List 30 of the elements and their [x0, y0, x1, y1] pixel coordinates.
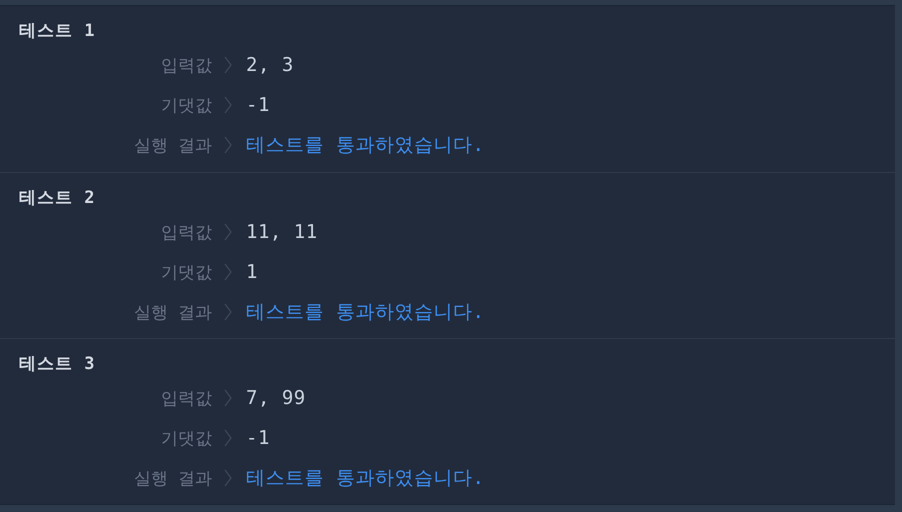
row-label: 기댓값 — [160, 262, 212, 284]
test-title: 테스트 2 — [18, 186, 96, 210]
row-value: 7, 99 — [246, 387, 306, 409]
result-message: 테스트를 통과하였습니다. — [246, 466, 484, 491]
row-value: 2, 3 — [246, 54, 294, 76]
test-title: 테스트 1 — [18, 20, 96, 42]
row-label: 기댓값 — [160, 428, 212, 450]
chevron-icon — [224, 223, 232, 241]
result-message: 테스트를 통과하였습니다. — [246, 133, 484, 158]
test-title: 테스트 3 — [18, 352, 96, 376]
chevron-icon — [224, 429, 232, 447]
chevron-icon — [224, 469, 232, 487]
row-value: -1 — [246, 427, 270, 449]
row-label: 실행 결과 — [132, 302, 212, 324]
row-label: 입력값 — [160, 222, 212, 244]
row-value: -1 — [246, 94, 270, 116]
chevron-icon — [224, 56, 232, 74]
chevron-icon — [224, 389, 232, 407]
row-value: 11, 11 — [246, 221, 318, 243]
row-label: 입력값 — [160, 388, 212, 410]
chevron-icon — [224, 96, 232, 114]
row-label: 실행 결과 — [132, 468, 212, 490]
chevron-icon — [224, 303, 232, 321]
row-label: 실행 결과 — [132, 134, 212, 156]
row-label: 기댓값 — [160, 94, 212, 116]
result-message: 테스트를 통과하였습니다. — [246, 300, 484, 325]
chevron-icon — [224, 263, 232, 281]
row-value: 1 — [246, 261, 258, 283]
row-label: 입력값 — [160, 54, 212, 76]
chevron-icon — [224, 136, 232, 154]
